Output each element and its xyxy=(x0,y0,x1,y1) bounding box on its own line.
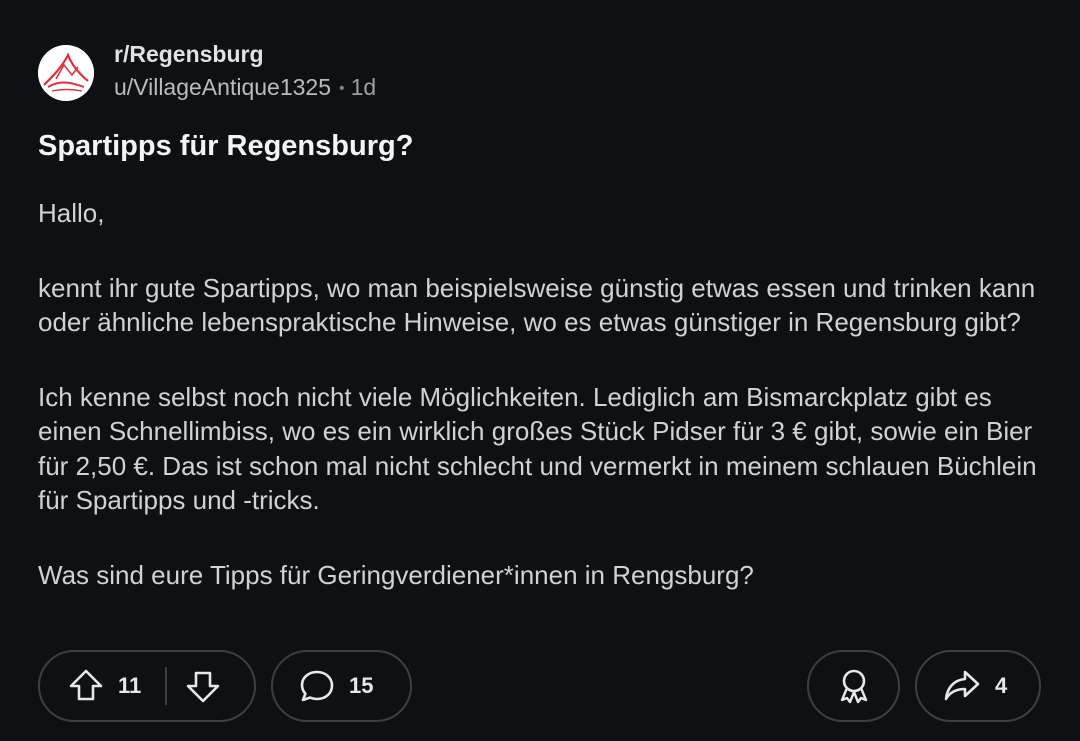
action-bar: 11 15 4 xyxy=(38,650,1042,726)
comment-bubble-icon xyxy=(299,668,335,704)
post-title: Spartipps für Regensburg? xyxy=(38,130,414,162)
post-age: 1d xyxy=(350,74,377,100)
vote-control: 11 xyxy=(38,650,256,722)
comment-count: 15 xyxy=(349,673,374,698)
arrow-up-icon[interactable] xyxy=(68,668,104,704)
post-view: r/Regensburg u/VillageAntique1325 • 1d Spa… xyxy=(0,0,1080,741)
award-button[interactable] xyxy=(807,650,900,722)
author-username[interactable]: u/VillageAntique1325 xyxy=(114,74,331,100)
vote-count: 11 xyxy=(118,673,142,698)
subreddit-name[interactable]: r/Regensburg xyxy=(114,40,376,68)
post-paragraph: Was sind eure Tipps für Geringverdiener*… xyxy=(38,559,754,590)
award-ribbon-icon xyxy=(836,667,872,705)
vote-divider xyxy=(165,667,168,705)
post-paragraph: kennt ihr gute Spartipps, wo man beispie… xyxy=(38,272,1036,338)
post-body: Hallo, kennt ihr gute Spartipps, wo man … xyxy=(38,196,1048,632)
post-header: r/Regensburg u/VillageAntique1325 • 1d xyxy=(38,40,376,106)
arrow-down-icon[interactable] xyxy=(185,668,221,704)
comments-button[interactable]: 15 xyxy=(271,650,412,722)
meta-separator: • xyxy=(338,79,345,97)
share-button[interactable]: 4 xyxy=(915,650,1041,722)
regensburg-logo-icon xyxy=(38,44,94,101)
share-count: 4 xyxy=(995,673,1008,698)
post-paragraph: Hallo, xyxy=(38,198,105,228)
post-paragraph: Ich kenne selbst noch nicht viele Möglic… xyxy=(38,381,1037,516)
subreddit-avatar[interactable] xyxy=(38,44,94,101)
share-arrow-icon xyxy=(943,668,981,704)
